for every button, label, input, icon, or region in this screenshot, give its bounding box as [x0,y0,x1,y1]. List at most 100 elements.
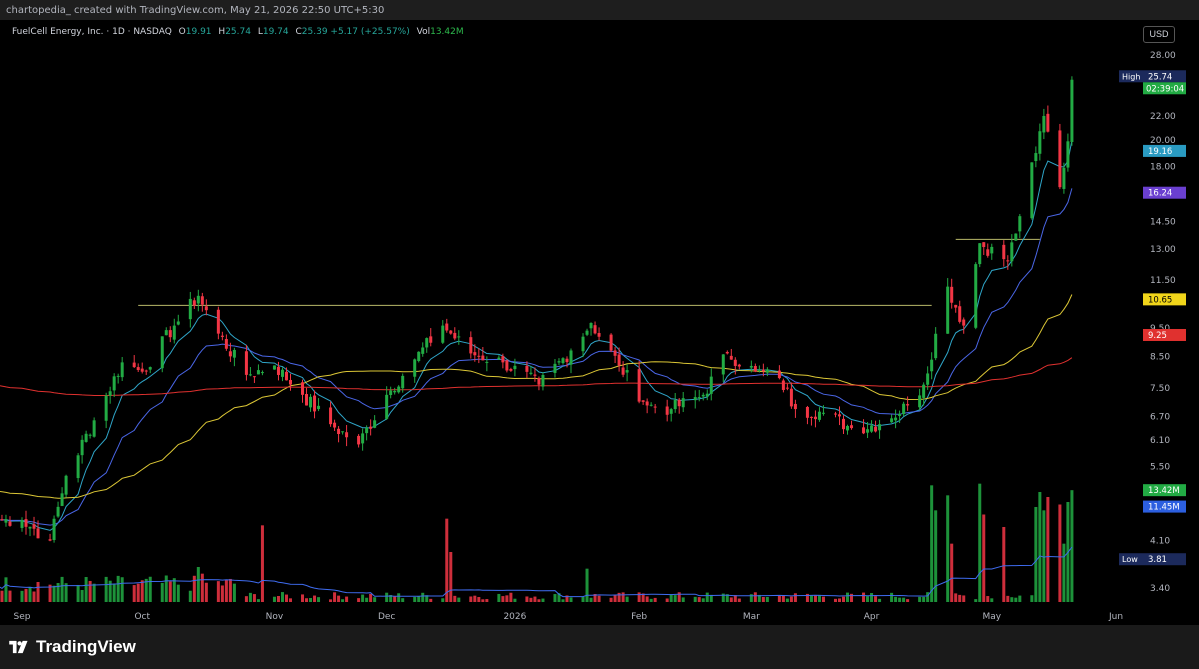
volume-bar [473,595,477,602]
candle-body [805,406,809,418]
candle-body [597,333,601,337]
y-tick-label: 6.70 [1150,413,1170,423]
volume-bar [369,593,373,602]
chart-panel[interactable]: 28.0022.0020.0018.0014.5013.0011.509.508… [0,20,1199,625]
candle-body [501,356,505,363]
candle-body [934,333,938,359]
candle-body [309,396,313,408]
top-attribution-bar: chartopedia_ created with TradingView.co… [0,0,1199,20]
candle-body [457,336,461,338]
volume-bar [982,514,986,602]
volume-bar [224,579,228,602]
volume-bar [260,525,264,602]
symbol-legend: FuelCell Energy, Inc. · 1D · NASDAQ O19.… [12,27,464,37]
candle-body [168,330,172,338]
candle-body [553,363,557,373]
candle-body [906,404,910,406]
volume-bar [1042,510,1046,602]
volume-bar [88,580,92,602]
volume-bar [204,582,208,602]
volume-bar [60,576,64,602]
candle-body [196,295,200,304]
candle-body [701,394,705,397]
volume-bar [1018,595,1022,602]
volume-bar [80,589,84,602]
candle-body [148,367,152,370]
candle-body [789,388,793,407]
volume-bar [902,597,906,602]
volume-bar [188,590,192,602]
tradingview-logo-icon [9,640,28,654]
volume-bar [24,588,28,602]
volume-bar [645,596,649,602]
candle-body [749,365,753,368]
candle-body [256,370,260,375]
volume-bar [341,599,345,602]
candle-body [581,336,585,352]
candle-body [449,330,453,334]
candle-body [813,416,817,420]
currency-button[interactable]: USD [1143,26,1175,43]
candle-body [765,369,769,373]
y-tick-label: 5.50 [1150,462,1170,472]
volume-bar [1070,490,1074,602]
candle-body [537,378,541,385]
candle-body [252,376,256,378]
y-tick-label: 20.00 [1150,136,1176,146]
candle-body [1030,162,1034,219]
volume-bar [36,581,40,602]
volume-bar [284,594,288,602]
candle-body [1042,115,1046,133]
candle-body [429,336,433,343]
volume-bar [84,577,88,602]
candle-body [1070,79,1074,143]
volume-bar [850,593,854,602]
x-tick-label: Mar [743,612,760,622]
volume-bar [705,592,709,602]
candle-body [569,350,573,365]
volume-bar [613,594,617,602]
volume-bar [76,584,80,602]
candle-body [874,426,878,432]
high-value: 25.74 [225,27,251,37]
candle-body [793,403,797,410]
volume-bar [232,583,236,602]
volume-bar [373,597,377,602]
candle-body [693,397,697,401]
x-tick-label: Dec [378,612,395,622]
candle-body [365,427,369,434]
volume-bar [248,592,252,602]
volume-bar [529,597,533,602]
volume-bar [417,596,421,602]
candle-body [357,435,361,445]
y-tick-label: 3.40 [1150,584,1170,594]
candle-body [64,475,68,495]
volume-bar [457,597,461,602]
candle-body [673,399,677,410]
volume-bar [329,599,333,602]
candlestick-chart[interactable]: 28.0022.0020.0018.0014.5013.0011.509.508… [0,20,1199,625]
candle-body [541,374,545,387]
candle-body [28,526,32,529]
candle-body [92,420,96,437]
candle-body [565,358,569,363]
volume-bar [1034,507,1038,602]
volume-bar [429,598,433,602]
volume-bar [1058,504,1062,602]
volume-bar [986,596,990,602]
candle-body [188,298,192,320]
symbol-title: FuelCell Energy, Inc. · 1D · NASDAQ [12,27,172,37]
y-tick-label: 4.10 [1150,537,1170,547]
candle-body [76,455,80,479]
volume-bar [469,596,473,602]
candle-body [108,391,112,396]
x-tick-label: Apr [864,612,880,622]
volume-bar [357,598,361,602]
x-tick-label: Feb [631,612,647,622]
open-label: O [178,27,186,37]
volume-bar [220,585,224,602]
candle-body [441,325,445,343]
x-tick-label: Nov [266,612,284,622]
candle-body [990,246,994,254]
candle-body [1006,260,1010,262]
